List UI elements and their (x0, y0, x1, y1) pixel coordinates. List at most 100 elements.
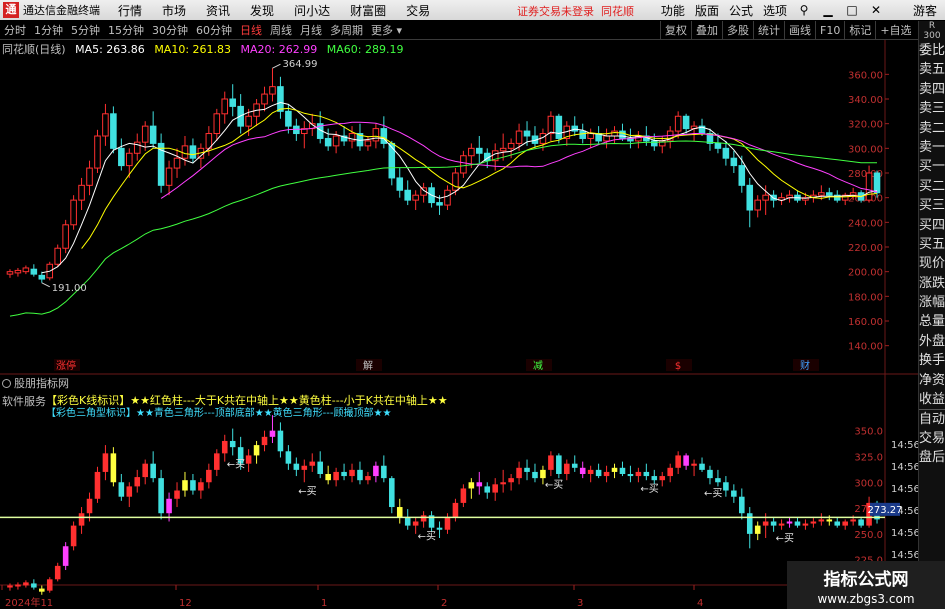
sub-candle-body[interactable] (500, 482, 506, 485)
tool-overlay[interactable]: 叠加 (691, 21, 722, 40)
sub-candle-body[interactable] (349, 469, 355, 477)
candle-body[interactable] (54, 247, 61, 265)
sub-candle-body[interactable] (842, 521, 848, 526)
period-tab-more[interactable]: 更多 ▾ (367, 22, 406, 38)
candle-body[interactable] (515, 130, 523, 144)
sub-candle-body[interactable] (293, 463, 300, 470)
sub-candle-body[interactable] (198, 482, 204, 491)
sub-candle-body[interactable] (818, 519, 825, 522)
candle-body[interactable] (181, 145, 189, 159)
sub-candle-body[interactable] (675, 455, 681, 468)
tool-multi-stock[interactable]: 多股 (722, 21, 753, 40)
candle-body[interactable] (118, 147, 125, 167)
sidebar-item-16[interactable]: 换手 (919, 351, 945, 370)
candle-body[interactable] (86, 167, 93, 186)
candle-body[interactable] (38, 274, 46, 280)
period-tab-15min[interactable]: 15分钟 (104, 22, 148, 38)
tool-f10[interactable]: F10 (815, 21, 844, 40)
sidebar-item-6[interactable]: 买一 (919, 157, 945, 176)
candle-body[interactable] (674, 115, 682, 132)
sub-candle-body[interactable] (770, 521, 777, 526)
sub-candle-body[interactable] (182, 480, 188, 491)
sub-candle-body[interactable] (444, 517, 451, 530)
candle-body[interactable] (468, 147, 475, 157)
sub-candle-body[interactable] (794, 521, 801, 526)
sidebar-item-13[interactable]: 涨幅 (919, 293, 945, 312)
candle-body[interactable] (78, 184, 85, 201)
candle-body[interactable] (165, 167, 173, 186)
login-notice[interactable]: 证券交易未登录 同花顺 (517, 3, 634, 19)
sidebar-item-18[interactable]: 收益 (919, 390, 945, 409)
sub-candle-body[interactable] (707, 469, 713, 479)
sub-candle-body[interactable] (389, 478, 395, 508)
candle-body[interactable] (229, 98, 236, 107)
candle-body[interactable] (245, 115, 252, 127)
candle-body[interactable] (269, 86, 276, 95)
sub-candle-body[interactable] (70, 525, 77, 547)
menu-formula[interactable]: 公式 (729, 2, 753, 19)
sub-candle-body[interactable] (540, 469, 546, 479)
sidebar-item-21[interactable]: 盘后 (919, 448, 945, 467)
sub-candle-body[interactable] (166, 498, 172, 514)
candle-body[interactable] (738, 165, 746, 186)
buy-signal-label[interactable]: ←买 (704, 487, 722, 499)
candle-body[interactable] (149, 125, 157, 144)
sidebar-item-7[interactable]: 买二 (919, 177, 945, 196)
candle-body[interactable] (436, 202, 443, 206)
sub-candle-body[interactable] (142, 463, 148, 478)
period-tab-30min[interactable]: 30分钟 (148, 22, 192, 38)
close-icon[interactable]: ✕ (869, 3, 883, 17)
sub-candle-body[interactable] (699, 463, 705, 470)
candle-body[interactable] (173, 157, 181, 169)
sub-candle-body[interactable] (150, 463, 156, 479)
sidebar-item-9[interactable]: 买四 (919, 216, 945, 235)
candle-body[interactable] (499, 147, 507, 152)
candle-body[interactable] (94, 135, 101, 169)
candle-body[interactable] (189, 145, 197, 159)
menu-market[interactable]: 市场 (162, 2, 186, 19)
sub-candle-body[interactable] (532, 471, 538, 479)
sub-candle-body[interactable] (492, 484, 498, 493)
candle-body[interactable] (364, 140, 372, 147)
maximize-icon[interactable]: □ (845, 3, 859, 17)
menu-market-quotes[interactable]: 行情 (118, 2, 142, 19)
sub-candle-body[interactable] (516, 467, 522, 479)
sub-candle-body[interactable] (484, 486, 491, 493)
sub-candle-body[interactable] (46, 579, 53, 591)
sidebar-item-20[interactable]: 交易 (919, 429, 945, 448)
candle-body[interactable] (277, 86, 284, 112)
buy-signal-label[interactable]: ←买 (418, 531, 436, 543)
sub-candle-body[interactable] (571, 463, 578, 468)
user-icon[interactable]: ⚲ (797, 3, 811, 17)
candle-body[interactable] (6, 271, 14, 275)
candle-body[interactable] (579, 130, 586, 139)
candle-body[interactable] (412, 194, 419, 201)
sub-candle-body[interactable] (261, 436, 268, 446)
menu-function[interactable]: 功能 (661, 2, 685, 19)
sub-candle-body[interactable] (404, 517, 411, 526)
sidebar-item-1[interactable]: 卖五 (919, 60, 945, 79)
sub-candle-body[interactable] (810, 521, 817, 524)
sidebar-item-17[interactable]: 净资 (919, 371, 945, 390)
sub-candle-body[interactable] (253, 445, 260, 456)
candle-body[interactable] (110, 113, 117, 149)
candle-body[interactable] (70, 199, 77, 226)
software-service[interactable]: 软件服务 (2, 393, 46, 409)
candle-body[interactable] (507, 142, 515, 149)
event-marker-4[interactable]: 财 (800, 359, 810, 372)
candle-body[interactable] (22, 267, 30, 273)
sub-candle-body[interactable] (126, 486, 133, 497)
candle-body[interactable] (746, 184, 754, 211)
sub-candle-body[interactable] (548, 455, 554, 470)
sub-candle-body[interactable] (158, 478, 164, 514)
event-marker-2[interactable]: 减 (533, 360, 543, 372)
candle-body[interactable] (332, 135, 340, 147)
sub-candle-body[interactable] (269, 430, 276, 437)
candle-body[interactable] (603, 135, 610, 142)
sub-candle-body[interactable] (802, 523, 809, 526)
sidebar-item-8[interactable]: 买三 (919, 196, 945, 215)
period-tab-weekly[interactable]: 周线 (266, 22, 296, 38)
period-tab-daily[interactable]: 日线 (236, 22, 266, 38)
sub-candle-body[interactable] (778, 523, 785, 526)
candle-body[interactable] (523, 130, 531, 137)
